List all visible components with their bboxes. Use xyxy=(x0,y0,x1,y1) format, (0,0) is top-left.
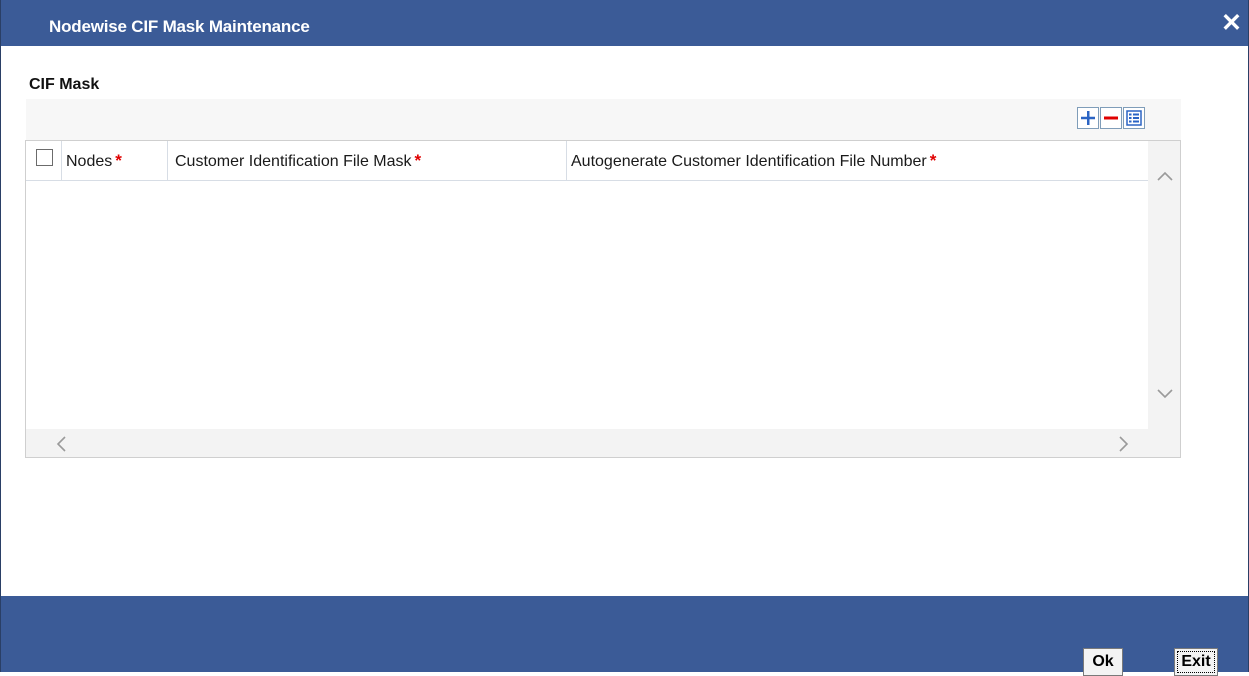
window-title: Nodewise CIF Mask Maintenance xyxy=(49,17,310,36)
column-header-autogenerate-cif[interactable]: Autogenerate Customer Identification Fil… xyxy=(567,141,1148,181)
cif-mask-grid: Nodes * Customer Identification File Mask… xyxy=(25,140,1181,458)
chevron-left-icon[interactable] xyxy=(56,436,66,452)
required-marker: * xyxy=(115,151,122,170)
section-title: CIF Mask xyxy=(29,76,100,93)
select-all-checkbox[interactable] xyxy=(36,149,53,166)
title-bar: Nodewise CIF Mask Maintenance ✕ xyxy=(1,0,1248,46)
chevron-up-icon[interactable] xyxy=(1157,171,1173,181)
column-header-nodes[interactable]: Nodes * xyxy=(62,141,168,181)
add-row-button[interactable] xyxy=(1077,107,1099,129)
chevron-right-icon[interactable] xyxy=(1119,436,1129,452)
single-view-icon xyxy=(1126,110,1142,126)
delete-row-button[interactable] xyxy=(1100,107,1122,129)
minus-icon xyxy=(1104,116,1118,120)
single-view-button[interactable] xyxy=(1123,107,1145,129)
cif-mask-window: Nodewise CIF Mask Maintenance ✕ CIF Mask xyxy=(0,0,1249,676)
required-marker: * xyxy=(414,151,422,170)
footer-bar xyxy=(1,596,1248,672)
column-label: Nodes xyxy=(66,153,113,170)
close-icon[interactable]: ✕ xyxy=(1221,11,1242,36)
plus-icon xyxy=(1081,111,1095,125)
scrollbar-corner xyxy=(1148,429,1180,457)
column-label: Customer Identification File Mask xyxy=(175,153,412,170)
chevron-down-icon[interactable] xyxy=(1157,389,1173,399)
grid-header: Nodes * Customer Identification File Mask… xyxy=(26,141,1148,181)
grid-toolbar xyxy=(26,99,1181,140)
vertical-scrollbar[interactable] xyxy=(1148,141,1180,429)
column-header-cif-mask[interactable]: Customer Identification File Mask * xyxy=(168,141,567,181)
column-label: Autogenerate Customer Identification Fil… xyxy=(571,153,927,170)
horizontal-scrollbar[interactable] xyxy=(26,429,1148,457)
required-marker: * xyxy=(929,151,937,170)
select-all-cell xyxy=(26,141,62,181)
